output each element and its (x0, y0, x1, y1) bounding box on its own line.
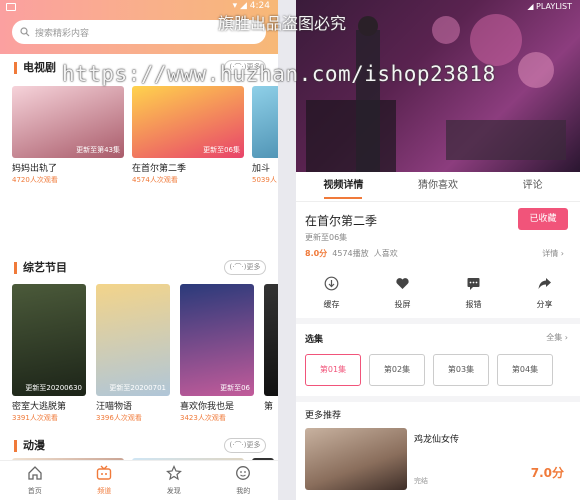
tab-comments[interactable]: 评论 (485, 172, 580, 201)
update-badge: 更新至06 (220, 384, 250, 392)
tv-icon (97, 465, 112, 480)
all-episodes-link[interactable]: 全集 › (546, 332, 568, 343)
recommend-poster[interactable] (305, 428, 407, 490)
favorite-button[interactable]: 已收藏 (518, 208, 568, 230)
card-title: 密室大逃脱第 (12, 402, 67, 412)
poster-image: 更新至第43集 (12, 86, 124, 158)
card-title: 加斗 (252, 164, 271, 174)
poster-image: 更新至06集 (132, 86, 244, 158)
section-title: 综艺节目 (14, 262, 67, 274)
card-views: 3396人次观看 (96, 414, 142, 422)
tv-card[interactable]: 更新至06集 在首尔第二季 4574人次观看 (132, 86, 244, 185)
episode-title: 选集 (305, 335, 324, 345)
score: 8.0分 (305, 249, 328, 258)
variety-card-list: 更新至20200630 密室大逃脱第 3391人次观看 更新至20200701 … (12, 284, 278, 423)
tab-recommend[interactable]: 猜你喜欢 (391, 172, 486, 201)
poster-image (264, 284, 278, 396)
tab-label: 频道 (97, 487, 112, 495)
recommend-title: 更多推荐 (305, 411, 342, 421)
video-info: 在首尔第二季 更新至06集 8.0分 4574播放 人喜欢 详情 › 已收藏 (296, 202, 580, 270)
card-title: 第 (264, 402, 274, 412)
recommend-section: 更多推荐 鸡龙仙女传 完结 7.0分 (296, 402, 580, 494)
poster-image: 更新至20200701 (96, 284, 170, 396)
feedback-icon (467, 278, 480, 290)
action-label: 报错 (465, 300, 482, 309)
share-icon (538, 278, 551, 289)
update-badge: 更新至第43集 (76, 146, 120, 154)
card-views: 5039人 (252, 176, 277, 184)
recommend-name[interactable]: 鸡龙仙女传 (414, 432, 459, 445)
video-stats: 8.0分 4574播放 人喜欢 (305, 248, 398, 259)
episode-list: 第01集 第02集 第03集 第04集 (305, 354, 553, 386)
report-button[interactable]: 报错 (438, 270, 509, 318)
poster-image: 更新至06 (180, 284, 254, 396)
episode-button[interactable]: 第04集 (497, 354, 553, 386)
gallery-icon (6, 3, 16, 11)
detail-link[interactable]: 详情 › (542, 248, 564, 259)
card-views: 4574人次观看 (132, 176, 178, 184)
action-label: 投屏 (394, 300, 411, 309)
card-views: 4720人次观看 (12, 176, 58, 184)
card-title: 妈妈出轨了 (12, 164, 58, 174)
tab-channel[interactable]: 频道 (70, 461, 140, 500)
tv-card[interactable]: 加斗 5039人 (252, 86, 278, 185)
tab-home[interactable]: 首页 (0, 461, 70, 500)
update-badge: 更新至20200630 (25, 384, 82, 392)
update-badge: 更新至06集 (203, 146, 240, 154)
search-placeholder: 搜索精彩内容 (35, 28, 90, 39)
episode-section: 选集 全集 › 第01集 第02集 第03集 第04集 (296, 324, 580, 402)
section-title: 动漫 (14, 440, 45, 452)
tv-card-list: 更新至第43集 妈妈出轨了 4720人次观看 更新至06集 在首尔第二季 457… (12, 86, 278, 185)
watermark-text: 旗胜出品盗图必究 (218, 14, 347, 33)
tab-label: 首页 (27, 487, 42, 495)
variety-card[interactable]: 更新至06 喜欢你我也是 3423人次观看 (180, 284, 254, 423)
update-status: 更新至06集 (305, 233, 348, 242)
more-button[interactable]: (·⌒·)更多 (224, 260, 266, 275)
episode-button[interactable]: 第02集 (369, 354, 425, 386)
home-icon (28, 466, 42, 480)
play-count: 4574播放 (332, 249, 369, 258)
screenshot-root: ▾ ◢ 4:24 搜索精彩内容 电视剧 (·⌒·)更多 更新至第43集 妈妈出轨… (0, 0, 580, 500)
tab-discover[interactable]: 发现 (139, 461, 209, 500)
variety-section: 综艺节目 (·⌒·)更多 更新至20200630 密室大逃脱第 3391人次观看… (0, 254, 278, 432)
share-button[interactable]: 分享 (509, 270, 580, 318)
card-views: 3423人次观看 (180, 414, 226, 422)
recommend-status: 完结 (414, 477, 428, 485)
poster-image (252, 86, 278, 158)
tab-label: 发现 (166, 487, 181, 495)
variety-card[interactable]: 更新至20200701 汪喵物语 3396人次观看 (96, 284, 170, 423)
poster-image: 更新至20200630 (12, 284, 86, 396)
variety-card[interactable]: 更新至20200630 密室大逃脱第 3391人次观看 (12, 284, 86, 423)
tab-label: 我的 (236, 487, 251, 495)
profile-icon (236, 466, 251, 480)
more-button[interactable]: (·⌒·)更多 (224, 438, 266, 453)
card-title: 喜欢你我也是 (180, 402, 235, 412)
download-icon (324, 276, 339, 291)
likes-label: 人喜欢 (373, 249, 398, 258)
tv-card[interactable]: 更新至第43集 妈妈出轨了 4720人次观看 (12, 86, 124, 185)
detail-tabs: 视频详情 猜你喜欢 评论 (296, 172, 580, 202)
episode-button[interactable]: 第03集 (433, 354, 489, 386)
action-label: 缓存 (323, 300, 340, 309)
action-label: 分享 (536, 300, 553, 309)
card-views: 3391人次观看 (12, 414, 58, 422)
heart-icon (396, 278, 409, 289)
episode-button[interactable]: 第01集 (305, 354, 361, 386)
card-title: 汪喵物语 (96, 402, 133, 412)
tab-profile[interactable]: 我的 (209, 461, 279, 500)
cast-button[interactable]: 投屏 (367, 270, 438, 318)
action-bar: 缓存 投屏 报错 分享 (296, 270, 580, 324)
search-icon (20, 27, 30, 37)
video-title: 在首尔第二季 (305, 214, 378, 228)
bottom-tab-bar: 首页 频道 发现 我的 (0, 460, 278, 500)
variety-card[interactable]: 第 (264, 284, 278, 423)
watermark-url: https://www.huzhan.com/ishop23818 (62, 62, 496, 86)
section-title: 电视剧 (14, 62, 56, 74)
update-badge: 更新至20200701 (109, 384, 166, 392)
card-title: 在首尔第二季 (132, 164, 187, 174)
discover-icon (165, 465, 182, 481)
recommend-score: 7.0分 (530, 466, 564, 480)
tab-video-detail[interactable]: 视频详情 (296, 172, 391, 201)
cache-button[interactable]: 缓存 (296, 270, 367, 318)
